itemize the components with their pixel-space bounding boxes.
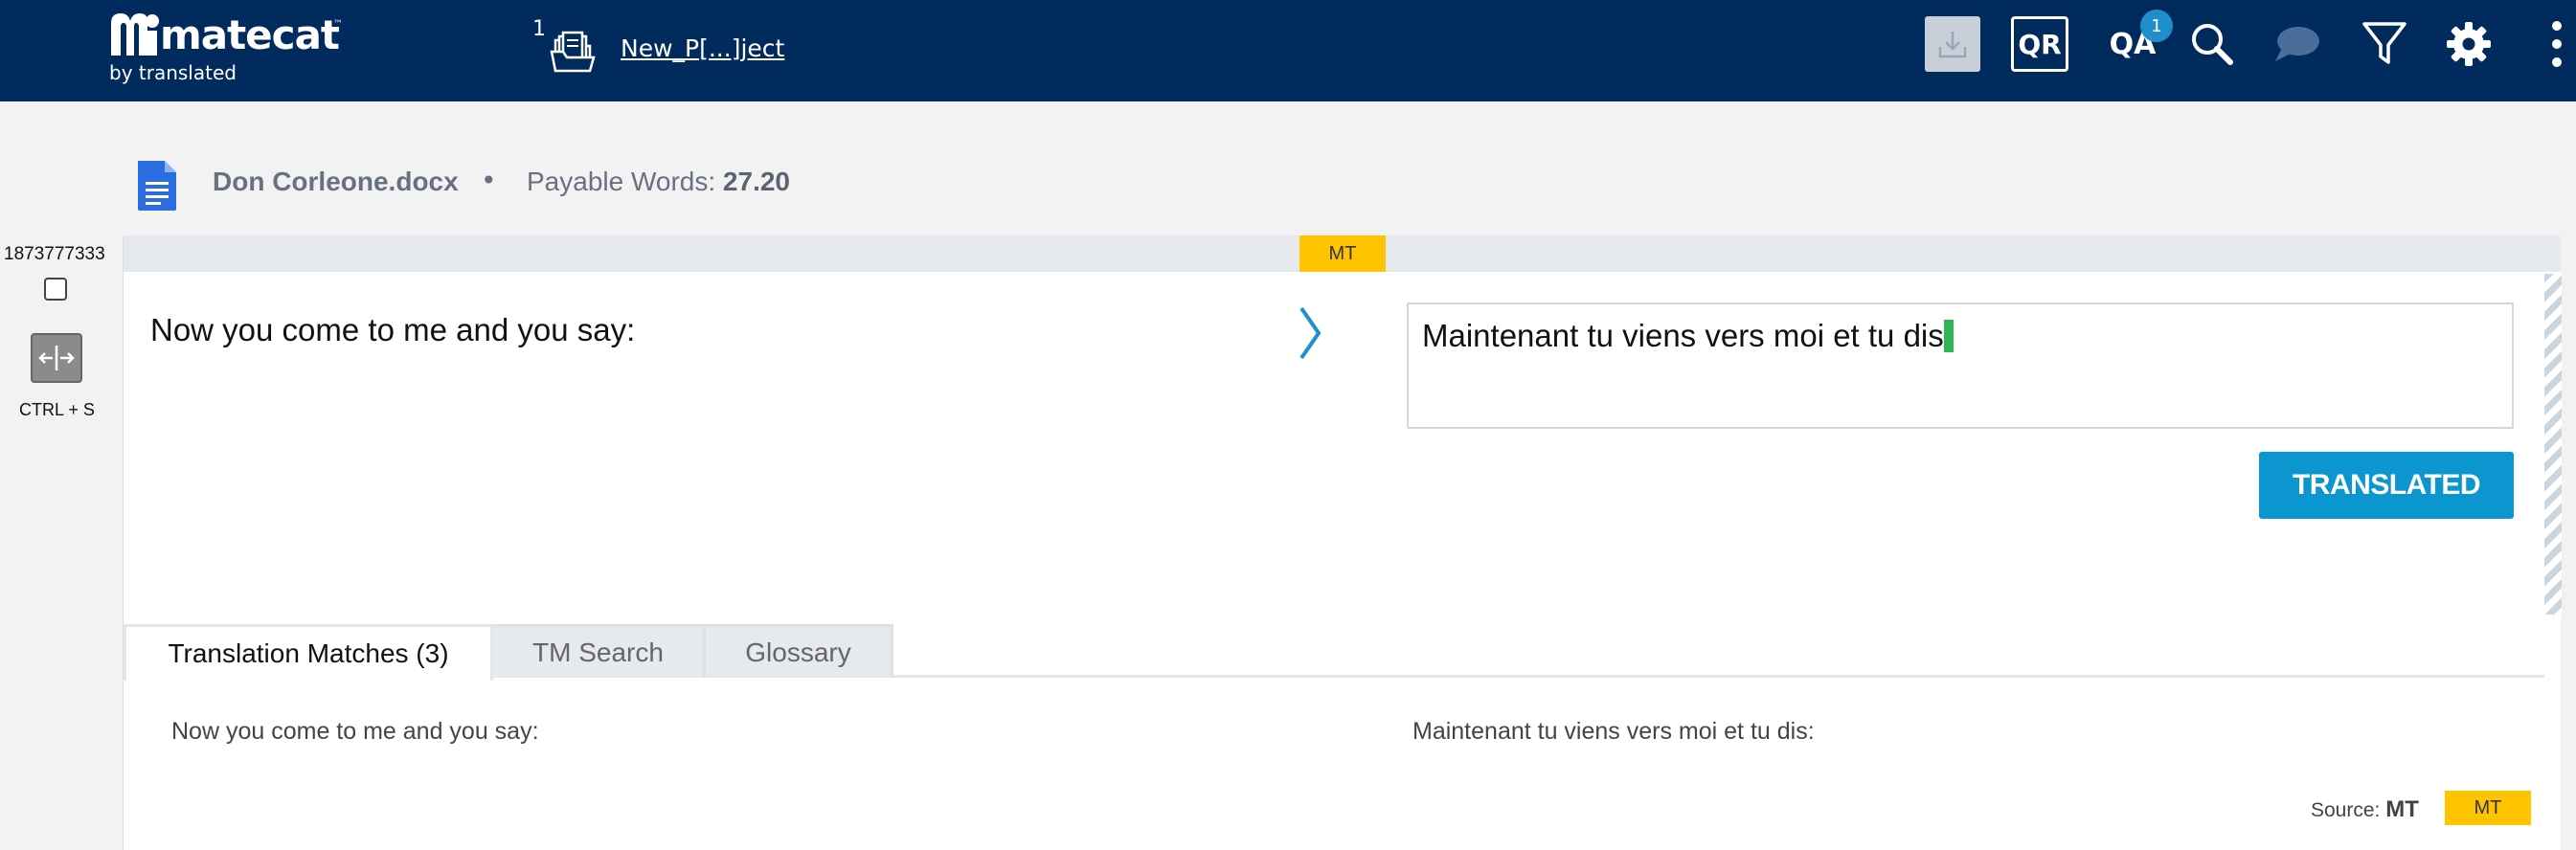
save-shortcut-label: CTRL + S — [19, 400, 95, 419]
copy-source-button[interactable] — [1296, 304, 1324, 366]
split-arrows-icon — [38, 346, 75, 370]
filter-icon — [2362, 22, 2407, 64]
settings-button[interactable] — [2440, 15, 2497, 73]
brand-trademark: ™ — [333, 19, 343, 30]
target-text[interactable]: Maintenant tu viens vers moi et tu dis — [1422, 318, 1954, 354]
target-text-content: Maintenant tu viens vers moi et tu dis — [1422, 318, 1944, 353]
text-cursor-highlight — [1943, 320, 1954, 352]
matecat-logo[interactable]: matecat ™ by translated — [107, 8, 347, 84]
segment-mt-tag: MT — [1299, 235, 1386, 272]
payable-words-label: Payable Words: — [527, 167, 716, 196]
payable-words-value: 27.20 — [722, 167, 790, 196]
search-icon — [2192, 24, 2233, 65]
match-source-value: MT — [2385, 796, 2419, 822]
matches-tab-bar: Translation Matches (3) TM Search Glossa… — [124, 624, 2544, 681]
match-source-text: Now you come to me and you say: — [171, 718, 539, 745]
target-editor[interactable]: Maintenant tu viens vers moi et tu dis — [1407, 302, 2514, 429]
top-navigation-bar: matecat ™ by translated 1 New_P[...]ject… — [0, 0, 2576, 101]
project-name-link[interactable]: New_P[...]ject — [621, 34, 784, 62]
tab-glossary[interactable]: Glossary — [706, 624, 893, 678]
download-icon — [1938, 32, 1967, 58]
segment-id: 1873777333 — [4, 244, 105, 264]
project-count: 1 — [532, 17, 546, 41]
tab-translation-matches[interactable]: Translation Matches (3) — [124, 624, 493, 681]
comment-icon — [2275, 27, 2319, 61]
file-name: Don Corleone.docx — [213, 167, 459, 196]
segment-editor: MT Now you come to me and you say: Maint… — [123, 235, 2562, 850]
filter-button[interactable] — [2356, 15, 2413, 73]
match-source-prefix: Source: — [2311, 799, 2381, 821]
segment-select-checkbox[interactable] — [44, 278, 67, 301]
brand-tagline: by translated — [109, 61, 237, 84]
split-segment-button[interactable] — [31, 333, 82, 383]
match-source-label: Source: MT — [2311, 796, 2419, 823]
more-vertical-icon — [2552, 21, 2562, 67]
translated-button[interactable]: TRANSLATED — [2259, 452, 2514, 519]
quality-report-button[interactable]: QR — [2011, 16, 2068, 72]
matecat-logo-icon — [111, 13, 159, 56]
project-folder-icon — [550, 31, 596, 73]
payable-words: Payable Words: 27.20 — [527, 167, 790, 197]
brand-name: matecat — [160, 11, 340, 58]
file-separator: • — [481, 165, 497, 196]
chevron-right-icon — [1299, 306, 1322, 360]
tab-tm-search[interactable]: TM Search — [493, 624, 706, 678]
more-options-button[interactable] — [2538, 15, 2576, 73]
google-doc-icon — [138, 161, 176, 211]
comments-button[interactable] — [2268, 15, 2325, 73]
match-mt-badge: MT — [2445, 791, 2531, 825]
segment-status-bar — [2544, 274, 2562, 615]
match-target-text[interactable]: Maintenant tu viens vers moi et tu dis: — [1412, 718, 1815, 746]
gear-icon — [2447, 22, 2491, 66]
qa-count-badge: 1 — [2140, 10, 2173, 42]
source-text[interactable]: Now you come to me and you say: — [150, 312, 635, 348]
search-button[interactable] — [2183, 15, 2241, 73]
download-button[interactable] — [1925, 16, 1980, 72]
